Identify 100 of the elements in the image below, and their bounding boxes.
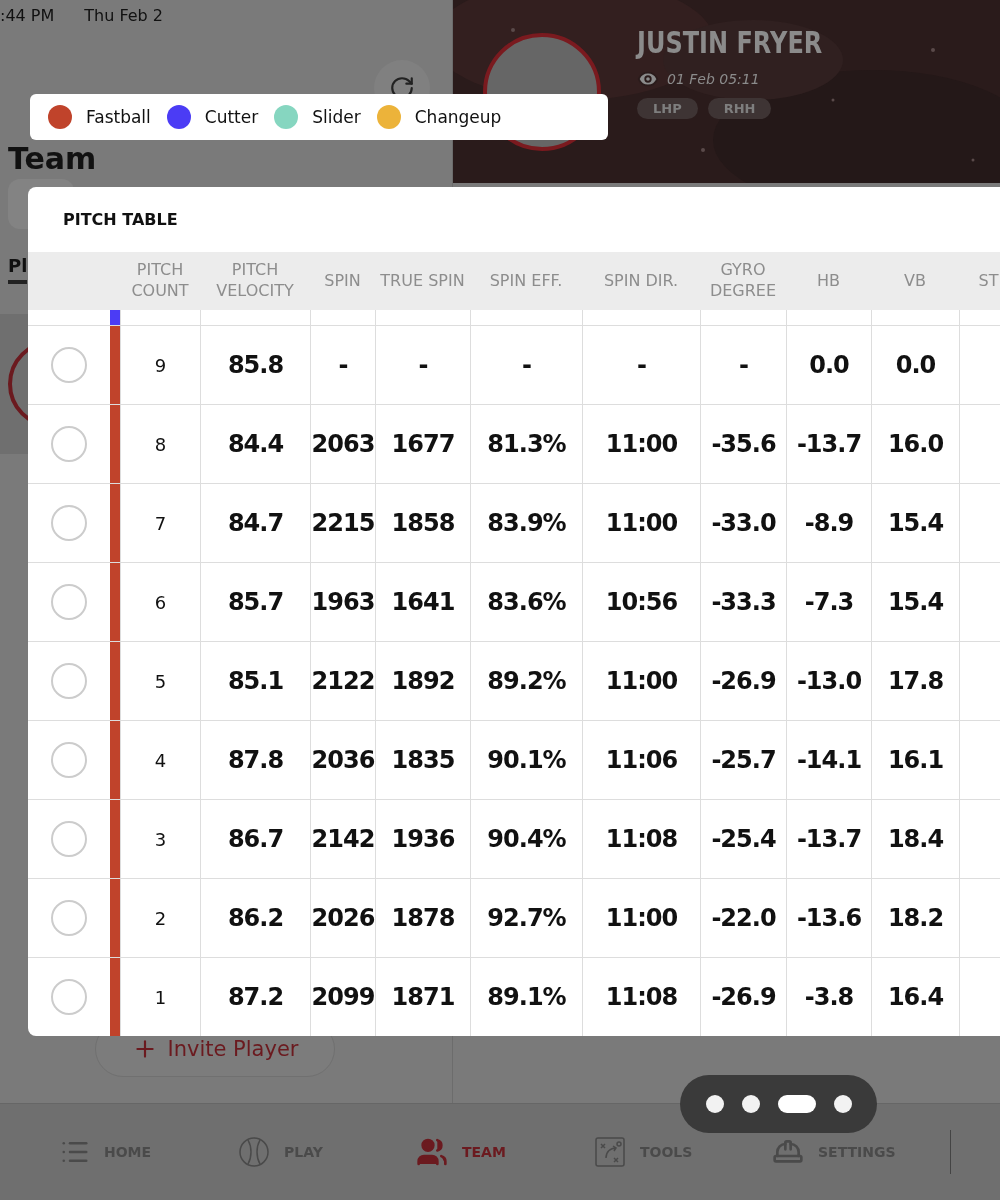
column-header: PITCH COUNT (130, 259, 190, 302)
table-cell: -8.9 (804, 509, 854, 537)
table-cell: 84.4 (227, 430, 284, 458)
table-cell: 1858 (391, 509, 455, 537)
status-date: Thu Feb 2 (84, 5, 164, 25)
table-cell: 16.0 (887, 430, 944, 458)
table-cell: 6 (154, 591, 167, 613)
table-cell: -14.1 (796, 746, 862, 774)
table-cell: 18.2 (887, 904, 944, 932)
column-header: VB (903, 269, 927, 292)
last-seen: 01 Feb 05:11 (667, 70, 760, 87)
row-radio[interactable] (51, 505, 87, 541)
row-radio[interactable] (51, 979, 87, 1015)
table-cell: 3 (154, 828, 167, 850)
table-cell: -35.6 (711, 430, 776, 458)
table-cell: 1878 (391, 904, 455, 932)
table-cell: -13.7 (796, 825, 862, 853)
people-icon (416, 1136, 448, 1168)
legend-label: Fastball (86, 107, 151, 127)
table-cell: 89.1% (487, 983, 566, 1011)
table-cell: -25.7 (711, 746, 776, 774)
column-header: SPIN EFF. (488, 269, 564, 292)
column-header: HB (816, 269, 841, 292)
legend-label: Slider (312, 107, 361, 127)
table-cell: 1892 (391, 667, 455, 695)
row-radio[interactable] (51, 900, 87, 936)
table-cell: -13.0 (796, 667, 862, 695)
table-cell: -7.3 (804, 588, 854, 616)
column-header: GYRO DEGREE (708, 259, 778, 302)
table-cell: 5 (154, 670, 167, 692)
table-cell: 87.8 (227, 746, 284, 774)
table-cell: -26.9 (711, 983, 776, 1011)
nav-tab[interactable]: TEAM (416, 1136, 594, 1168)
table-cell: 16.1 (887, 746, 944, 774)
table-cell: 84.7 (227, 509, 284, 537)
table-cell: 89.2% (487, 667, 566, 695)
table-cell: -33.0 (711, 509, 776, 537)
column-header: PITCH VELOCITY (215, 259, 295, 302)
dialog-title: PITCH TABLE (63, 210, 178, 229)
table-cell: - (637, 351, 646, 379)
table-cell: 17.8 (887, 667, 944, 695)
table-cell: 8 (154, 433, 167, 455)
table-cell: 11:00 (605, 667, 678, 695)
table-cell: 2026 (311, 904, 375, 932)
table-cell: -25.4 (711, 825, 776, 853)
table-cell: -13.7 (796, 430, 862, 458)
table-cell: 7 (154, 512, 167, 534)
page-title: Team (8, 142, 97, 175)
table-cell: 2 (154, 907, 167, 929)
table-cell: 1835 (391, 746, 455, 774)
legend-label: Changeup (414, 107, 502, 127)
table-cell: 2036 (311, 746, 375, 774)
table-cell: - (522, 351, 531, 379)
table-cell: 9 (154, 354, 167, 376)
table-cell: 2215 (311, 509, 375, 537)
table-cell: - (739, 351, 748, 379)
table-cell: 16.4 (887, 983, 944, 1011)
table-cell: 83.6% (487, 588, 566, 616)
player-name: JUSTIN FRYER (637, 24, 823, 60)
table-cell: 1963 (311, 588, 375, 616)
table-cell: - (338, 351, 348, 379)
row-radio[interactable] (51, 584, 87, 620)
legend-label: Cutter (204, 107, 259, 127)
table-cell: 11:08 (605, 983, 678, 1011)
row-radio[interactable] (51, 347, 87, 383)
table-cell: 2122 (311, 667, 375, 695)
table-cell: 2142 (311, 825, 375, 853)
status-time: :44 PM (0, 5, 55, 25)
table-cell: 2099 (311, 983, 375, 1011)
baseball-icon (238, 1136, 270, 1168)
table-cell: 83.9% (487, 509, 566, 537)
page-dot[interactable] (833, 1095, 852, 1113)
table-cell: 1936 (391, 825, 455, 853)
row-radio[interactable] (51, 663, 87, 699)
table-cell: 15.4 (887, 509, 944, 537)
table-cell: 90.4% (487, 825, 566, 853)
table-cell: 87.2 (227, 983, 284, 1011)
table-cell: -26.9 (711, 667, 776, 695)
column-header: TRUE SPIN (379, 269, 466, 292)
table-cell: 1871 (391, 983, 455, 1011)
page-dot[interactable] (705, 1095, 724, 1113)
table-cell: 10:56 (605, 588, 678, 616)
row-radio[interactable] (51, 742, 87, 778)
table-cell: 15.4 (887, 588, 944, 616)
table-cell: 1677 (391, 430, 455, 458)
table-cell: 92.7% (487, 904, 566, 932)
table-cell: 85.7 (227, 588, 284, 616)
table-cell: 18.4 (887, 825, 944, 853)
table-cell: 81.3% (487, 430, 566, 458)
table-cell: -13.6 (796, 904, 862, 932)
table-cell: 11:00 (605, 509, 678, 537)
table-cell: 11:00 (605, 904, 678, 932)
table-cell: 4 (154, 749, 167, 771)
row-radio[interactable] (51, 821, 87, 857)
table-cell: 86.2 (227, 904, 284, 932)
table-cell: 11:00 (605, 430, 678, 458)
column-header: SPIN DIR. (602, 269, 680, 292)
table-cell: 85.8 (227, 351, 284, 379)
row-radio[interactable] (51, 426, 87, 462)
page-dot[interactable] (741, 1095, 760, 1113)
